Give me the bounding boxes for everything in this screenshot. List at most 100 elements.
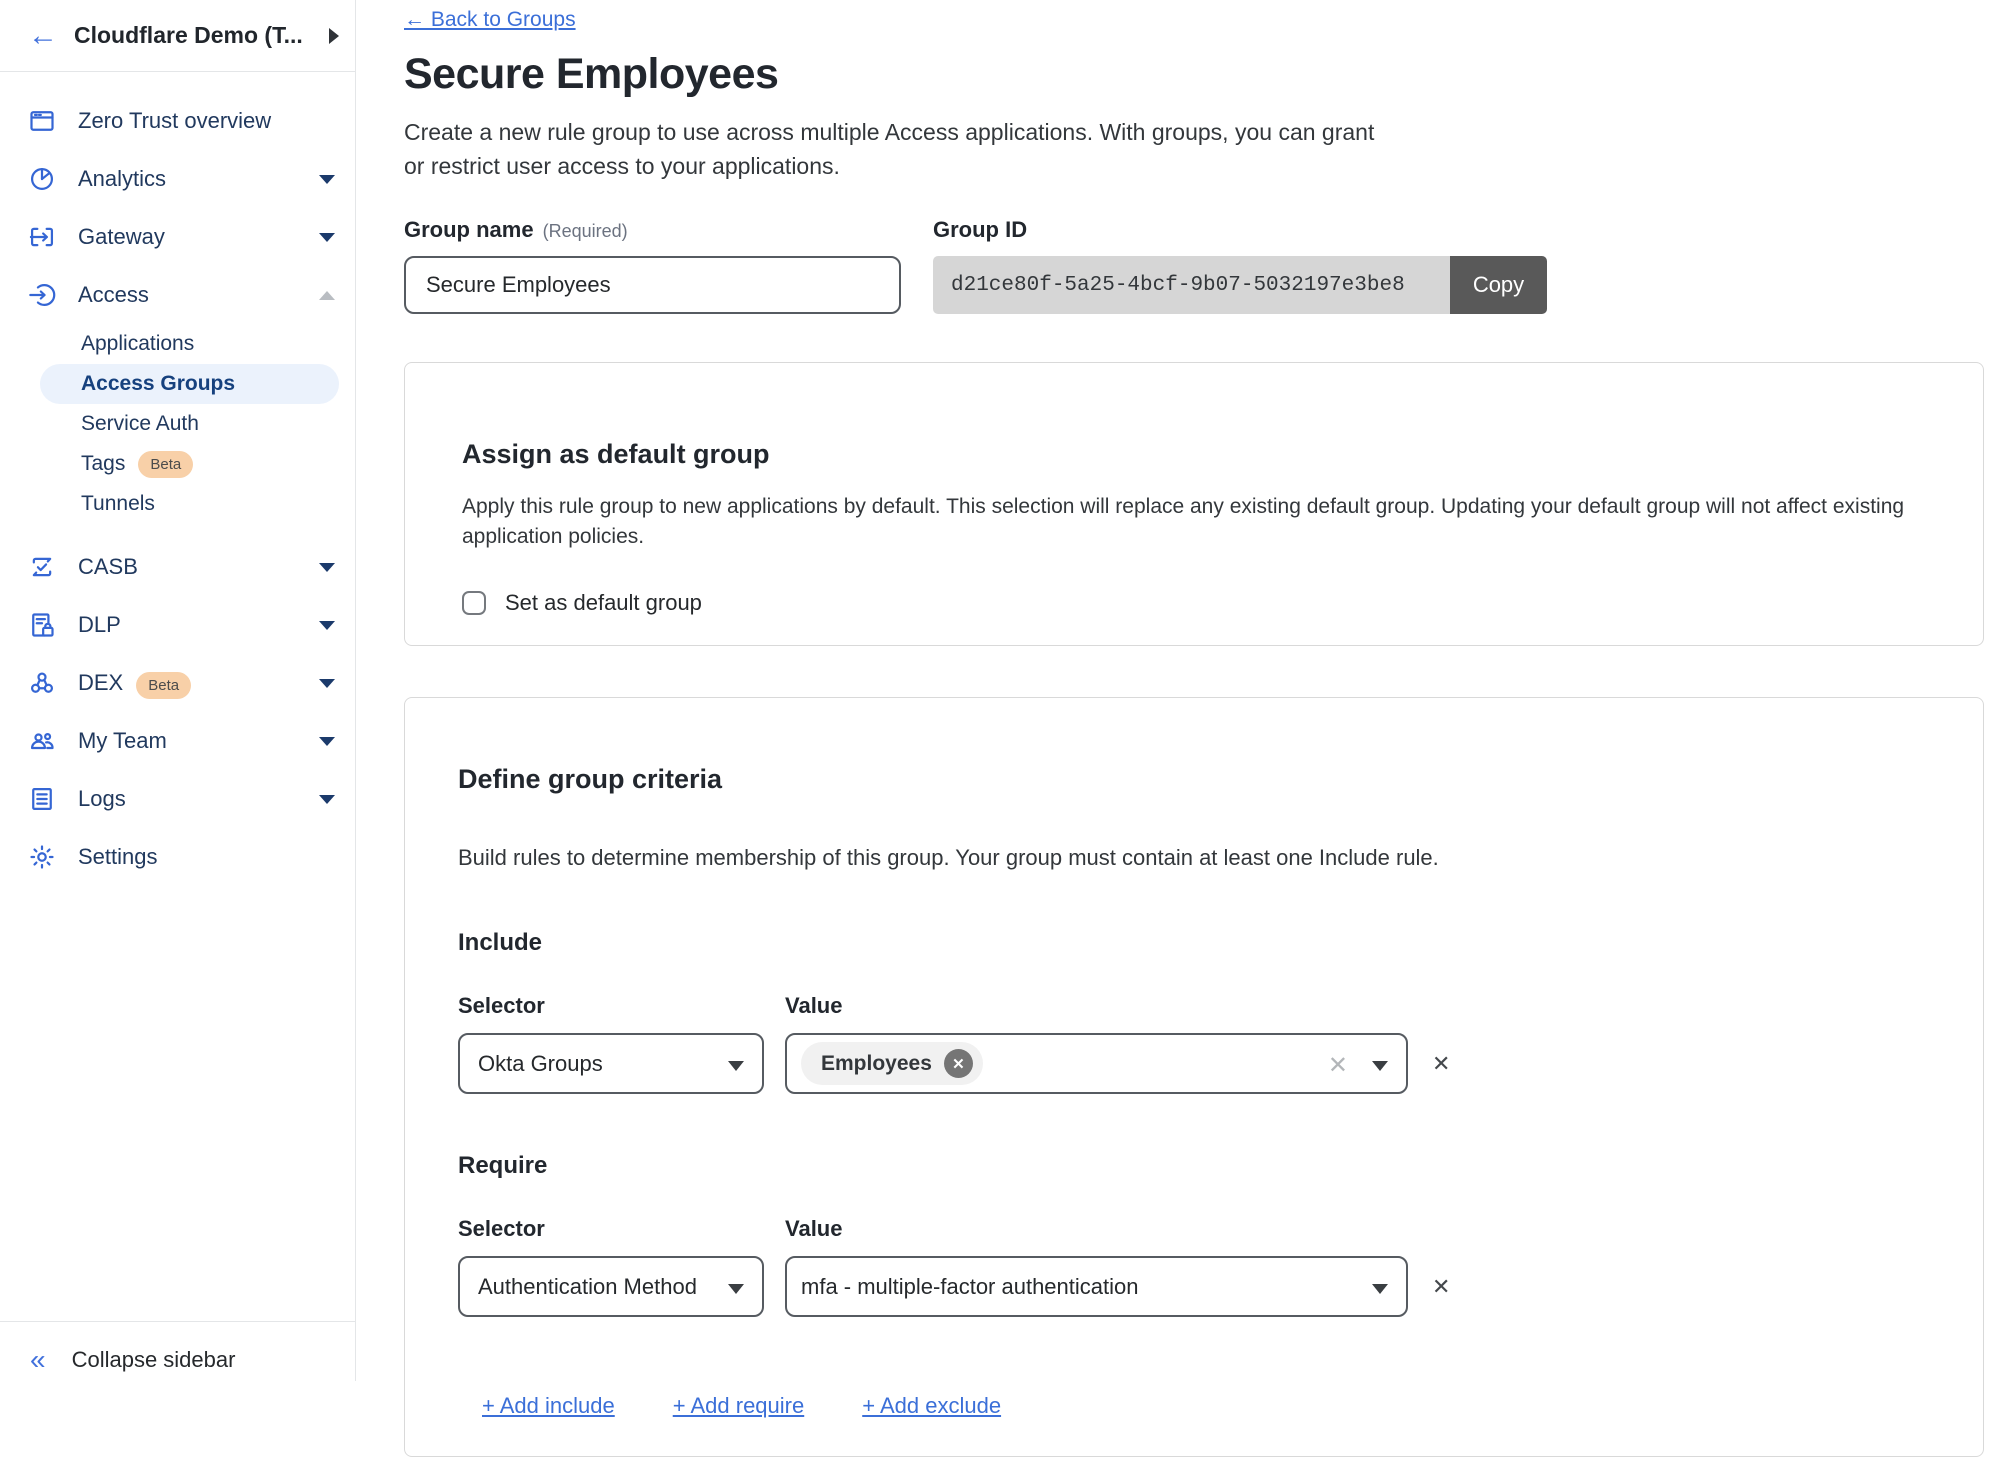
add-include-link[interactable]: + Add include xyxy=(482,1393,615,1419)
chevron-down-icon[interactable] xyxy=(319,737,335,746)
document-lock-icon xyxy=(27,610,57,640)
set-default-group-label: Set as default group xyxy=(505,590,702,616)
sidebar-item-label: My Team xyxy=(78,728,319,754)
casb-shield-icon xyxy=(27,552,57,582)
sidebar-item-label: Settings xyxy=(78,844,335,870)
chevron-up-icon[interactable] xyxy=(319,291,335,300)
sidebar: ← Cloudflare Demo (T... Zero Trust overv… xyxy=(0,0,356,1381)
assign-default-heading: Assign as default group xyxy=(462,439,1925,470)
sidebar-item-settings[interactable]: Settings xyxy=(0,828,355,886)
include-selector-dropdown[interactable]: Okta Groups xyxy=(458,1033,764,1094)
sub-item-label: Tags xyxy=(81,452,125,476)
add-exclude-link[interactable]: + Add exclude xyxy=(862,1393,1001,1419)
sidebar-item-dex[interactable]: DEXBeta xyxy=(0,654,355,712)
require-selector-dropdown[interactable]: Authentication Method xyxy=(458,1256,764,1317)
list-icon xyxy=(27,784,57,814)
gateway-icon xyxy=(27,222,57,252)
chevron-down-icon[interactable] xyxy=(319,563,335,572)
chevron-down-icon xyxy=(1372,1061,1388,1071)
chevron-down-icon[interactable] xyxy=(319,621,335,630)
remove-require-rule-button[interactable]: ✕ xyxy=(1432,1274,1450,1300)
require-selector-value: Authentication Method xyxy=(478,1274,697,1300)
require-rule-row: Authentication Method mfa - multiple-fac… xyxy=(458,1256,1925,1317)
group-name-label: Group name xyxy=(404,217,534,243)
require-value-text: mfa - multiple-factor authentication xyxy=(801,1274,1139,1300)
beta-badge: Beta xyxy=(138,451,193,478)
include-heading: Include xyxy=(458,929,1925,957)
require-heading: Require xyxy=(458,1152,1925,1180)
require-selector-label: Selector xyxy=(458,1216,785,1242)
sidebar-item-my-team[interactable]: My Team xyxy=(0,712,355,770)
group-id-label: Group ID xyxy=(933,217,1547,243)
sidebar-item-label: Analytics xyxy=(78,166,319,192)
window-icon xyxy=(27,106,57,136)
copy-button[interactable]: Copy xyxy=(1450,256,1547,314)
sidebar-item-label: Zero Trust overview xyxy=(78,108,335,134)
sidebar-item-logs[interactable]: Logs xyxy=(0,770,355,828)
chip-remove-icon[interactable]: ✕ xyxy=(944,1049,973,1078)
criteria-description: Build rules to determine membership of t… xyxy=(458,845,1925,871)
sidebar-item-tunnels[interactable]: Tunnels xyxy=(0,484,355,524)
sidebar-item-casb[interactable]: CASB xyxy=(0,538,355,596)
require-value-dropdown[interactable]: mfa - multiple-factor authentication xyxy=(785,1256,1408,1317)
add-require-link[interactable]: + Add require xyxy=(673,1393,804,1419)
chevron-down-icon xyxy=(728,1284,744,1294)
require-value-label: Value xyxy=(785,1216,842,1242)
sidebar-item-label: DEXBeta xyxy=(78,670,319,696)
sidebar-item-gateway[interactable]: Gateway xyxy=(0,208,355,266)
sidebar-item-label: Gateway xyxy=(78,224,319,250)
include-value-label: Value xyxy=(785,993,842,1019)
sidebar-item-access[interactable]: Access xyxy=(0,266,355,324)
sidebar-item-label: CASB xyxy=(78,554,319,580)
include-selector-value: Okta Groups xyxy=(478,1051,603,1077)
clear-values-icon[interactable]: ✕ xyxy=(1328,1051,1348,1080)
required-hint: (Required) xyxy=(543,221,628,242)
back-to-groups-link[interactable]: ← Back to Groups xyxy=(404,8,576,32)
group-id-value: d21ce80f-5a25-4bcf-9b07-5032197e3be8 xyxy=(933,256,1450,314)
sidebar-item-zero-trust-overview[interactable]: Zero Trust overview xyxy=(0,92,355,150)
chevron-down-icon[interactable] xyxy=(319,233,335,242)
sidebar-item-analytics[interactable]: Analytics xyxy=(0,150,355,208)
sidebar-item-tags[interactable]: Tags Beta xyxy=(0,444,355,484)
set-default-group-checkbox[interactable] xyxy=(462,591,486,615)
beta-badge: Beta xyxy=(136,672,191,699)
back-arrow-icon[interactable]: ← xyxy=(28,19,58,53)
sidebar-item-access-groups[interactable]: Access Groups xyxy=(40,364,339,404)
people-icon xyxy=(27,726,57,756)
sub-item-label: Access Groups xyxy=(81,372,235,396)
account-name: Cloudflare Demo (T... xyxy=(74,22,321,49)
value-chip: Employees ✕ xyxy=(801,1042,983,1085)
double-chevron-left-icon: « xyxy=(30,1344,46,1376)
group-name-id-row: Group name (Required) Group ID d21ce80f-… xyxy=(404,217,1981,314)
chevron-down-icon[interactable] xyxy=(319,795,335,804)
sidebar-item-service-auth[interactable]: Service Auth xyxy=(0,404,355,444)
expand-account-icon[interactable] xyxy=(329,28,339,44)
group-criteria-card: Define group criteria Build rules to det… xyxy=(404,697,1984,1457)
page-description: Create a new rule group to use across mu… xyxy=(404,115,1981,183)
chevron-down-icon[interactable] xyxy=(319,175,335,184)
include-rule-row: Okta Groups Employees ✕ ✕ ✕ xyxy=(458,1033,1925,1094)
sub-item-label: Applications xyxy=(81,332,194,356)
collapse-sidebar-label: Collapse sidebar xyxy=(72,1347,236,1373)
sidebar-item-label: Logs xyxy=(78,786,319,812)
sub-item-label: Tunnels xyxy=(81,492,155,516)
collapse-sidebar-button[interactable]: « Collapse sidebar xyxy=(0,1321,355,1390)
chevron-down-icon[interactable] xyxy=(319,679,335,688)
include-selector-label: Selector xyxy=(458,993,785,1019)
assign-default-description: Apply this rule group to new application… xyxy=(462,492,1925,552)
network-cluster-icon xyxy=(27,668,57,698)
remove-include-rule-button[interactable]: ✕ xyxy=(1432,1051,1450,1077)
access-icon xyxy=(27,280,57,310)
group-name-input[interactable] xyxy=(404,256,901,314)
page-title: Secure Employees xyxy=(404,50,1981,99)
sidebar-item-label: Access xyxy=(78,282,319,308)
include-value-multiselect[interactable]: Employees ✕ ✕ xyxy=(785,1033,1408,1094)
sub-item-label: Service Auth xyxy=(81,412,199,436)
sidebar-item-label: DLP xyxy=(78,612,319,638)
account-switcher[interactable]: ← Cloudflare Demo (T... xyxy=(0,0,355,72)
sidebar-item-applications[interactable]: Applications xyxy=(0,324,355,364)
set-default-group-row[interactable]: Set as default group xyxy=(462,590,1925,616)
pie-chart-icon xyxy=(27,164,57,194)
sidebar-item-dlp[interactable]: DLP xyxy=(0,596,355,654)
main-content: ← Back to Groups Secure Employees Create… xyxy=(357,0,1999,1381)
